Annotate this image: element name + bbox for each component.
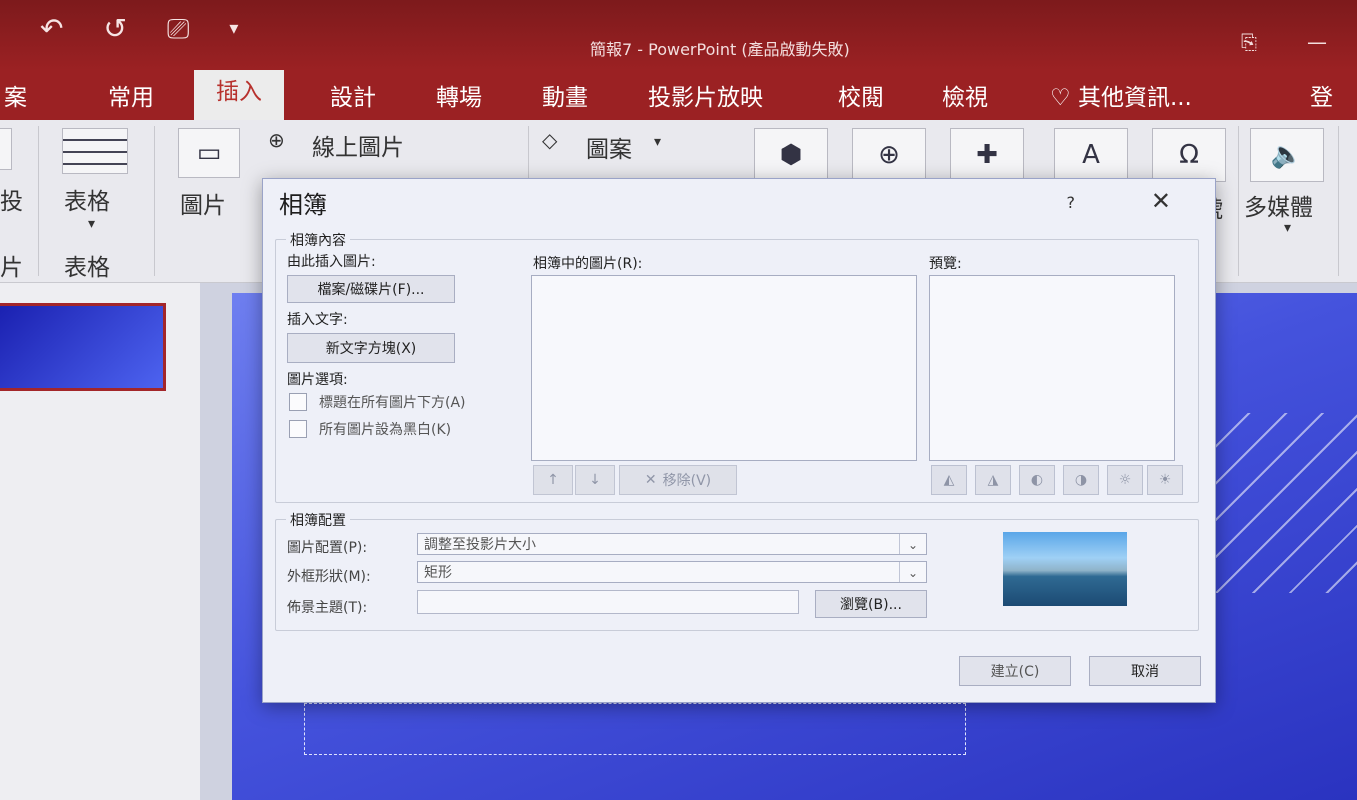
ribbon-separator <box>38 126 39 276</box>
table-group-label: 表格 <box>64 255 110 281</box>
present-icon[interactable]: ⎚ <box>167 12 189 46</box>
title-bar: ↶ ↺ ⎚ ▾ 簡報7 - PowerPoint (產品啟動失敗) ⎘ — <box>0 0 1357 70</box>
online-pictures-icon[interactable]: ⊕ <box>268 128 285 152</box>
decorative-stripes <box>1197 413 1357 593</box>
create-button[interactable]: 建立(C) <box>959 656 1071 686</box>
caption-below-checkbox[interactable] <box>289 393 307 411</box>
media-button-label[interactable]: 多媒體 <box>1244 188 1313 222</box>
caption-below-label[interactable]: 標題在所有圖片下方(A) <box>319 392 466 412</box>
preview-label: 預覽: <box>929 256 962 272</box>
tab-review[interactable]: 校閱 <box>834 78 888 112</box>
remove-button[interactable]: ✕ 移除(V) <box>619 465 737 495</box>
picture-icon[interactable]: ▭ <box>178 128 240 178</box>
3d-models-icon[interactable]: ⬢ <box>754 128 828 182</box>
tab-tell-me[interactable]: ♡ 其他資訊... <box>1046 78 1196 112</box>
shapes-label[interactable]: 圖案 <box>586 130 632 164</box>
pictures-in-album-label: 相簿中的圖片(R): <box>533 256 643 272</box>
rotate-right-icon[interactable]: ◮ <box>975 465 1011 495</box>
undo-icon[interactable]: ↶ <box>40 12 63 46</box>
picture-layout-label: 圖片配置(P): <box>287 540 368 556</box>
minimize-icon[interactable]: — <box>1307 30 1327 54</box>
picture-layout-select[interactable]: 調整至投影片大小 ⌄ <box>417 533 927 555</box>
online-pictures-label[interactable]: 線上圖片 <box>312 128 404 162</box>
link-icon[interactable]: ⊕ <box>852 128 926 182</box>
quick-access-toolbar: ↶ ↺ ⎚ ▾ <box>40 12 238 46</box>
tab-design[interactable]: 設計 <box>326 78 380 112</box>
chevron-down-icon[interactable]: ⌄ <box>899 534 926 554</box>
album-layout-group-label: 相簿配置 <box>286 510 350 530</box>
preview-pane <box>929 275 1175 461</box>
slides-thumbnail-pane <box>0 283 200 800</box>
wordart-icon[interactable]: A <box>1054 128 1128 182</box>
customize-qat-icon[interactable]: ▾ <box>229 18 238 46</box>
move-down-button[interactable]: ↓ <box>575 465 615 495</box>
pictures-button-label[interactable]: 圖片 <box>180 186 226 220</box>
contrast-down-icon[interactable]: ◑ <box>1063 465 1099 495</box>
layout-preview-image <box>1003 532 1127 606</box>
theme-label: 佈景主題(T): <box>287 600 368 616</box>
chevron-down-icon[interactable]: ⌄ <box>899 562 926 582</box>
close-icon[interactable]: ✕ <box>1151 187 1171 215</box>
tab-home[interactable]: 常用 <box>104 78 158 112</box>
picture-options-label: 圖片選項: <box>287 372 348 388</box>
pictures-in-album-list[interactable] <box>531 275 917 461</box>
tab-animations[interactable]: 動畫 <box>538 78 592 112</box>
dialog-title: 相簿 <box>279 191 327 219</box>
tab-insert[interactable]: 插入 <box>194 70 284 120</box>
text-placeholder[interactable] <box>304 703 966 755</box>
chevron-down-icon[interactable]: ▾ <box>1284 220 1291 236</box>
remove-label: 移除(V) <box>662 473 712 489</box>
lightbulb-icon: ♡ <box>1050 85 1071 111</box>
slide-thumbnail[interactable] <box>0 303 166 391</box>
picture-layout-value: 調整至投影片大小 <box>424 537 536 553</box>
insert-from-label: 由此插入圖片: <box>287 254 376 270</box>
new-slide-label[interactable]: 投 <box>0 182 23 216</box>
shapes-icon[interactable]: ◇ <box>542 128 557 152</box>
browse-button[interactable]: 瀏覽(B)... <box>815 590 927 618</box>
new-slide-icon[interactable] <box>0 128 12 170</box>
slides-group-label: 片 <box>0 255 23 281</box>
window-title: 簡報7 - PowerPoint (產品啟動失敗) <box>590 40 850 59</box>
file-disk-button[interactable]: 檔案/磁碟片(F)... <box>287 275 455 303</box>
chevron-down-icon[interactable]: ▾ <box>88 216 95 232</box>
audio-icon[interactable]: 🔈 <box>1250 128 1324 182</box>
rotate-left-icon[interactable]: ◭ <box>931 465 967 495</box>
album-content-group-label: 相簿內容 <box>286 230 350 250</box>
table-icon[interactable] <box>62 128 128 174</box>
remove-icon: ✕ <box>644 472 657 488</box>
frame-shape-label: 外框形狀(M): <box>287 569 371 585</box>
window-controls: ⎘ — <box>1241 30 1327 54</box>
move-up-button[interactable]: ↑ <box>533 465 573 495</box>
chevron-down-icon[interactable]: ▾ <box>654 134 661 150</box>
ribbon-separator <box>1238 126 1239 276</box>
insert-text-label: 插入文字: <box>287 312 348 328</box>
brightness-down-icon[interactable]: ☀ <box>1147 465 1183 495</box>
ribbon-display-icon[interactable]: ⎘ <box>1241 30 1257 54</box>
photo-album-dialog: 相簿 ? ✕ 相簿內容 由此插入圖片: 檔案/磁碟片(F)... 插入文字: 新… <box>262 178 1216 703</box>
theme-input[interactable] <box>417 590 799 614</box>
tab-slideshow[interactable]: 投影片放映 <box>644 78 767 112</box>
tell-me-label: 其他資訊... <box>1077 85 1192 111</box>
cancel-button[interactable]: 取消 <box>1089 656 1201 686</box>
frame-shape-select[interactable]: 矩形 ⌄ <box>417 561 927 583</box>
frame-shape-value: 矩形 <box>424 565 452 581</box>
comment-icon[interactable]: ✚ <box>950 128 1024 182</box>
symbol-icon[interactable]: Ω <box>1152 128 1226 182</box>
redo-icon[interactable]: ↺ <box>103 12 126 46</box>
table-button-label[interactable]: 表格 <box>64 182 110 216</box>
help-button[interactable]: ? <box>1067 193 1076 212</box>
black-white-checkbox[interactable] <box>289 420 307 438</box>
contrast-up-icon[interactable]: ◐ <box>1019 465 1055 495</box>
tab-view[interactable]: 檢視 <box>938 78 992 112</box>
ribbon-separator <box>154 126 155 276</box>
black-white-label[interactable]: 所有圖片設為黑白(K) <box>319 419 451 439</box>
new-textbox-button[interactable]: 新文字方塊(X) <box>287 333 455 363</box>
ribbon-separator <box>1338 126 1339 276</box>
tab-transitions[interactable]: 轉場 <box>432 78 486 112</box>
tab-file[interactable]: 案 <box>0 78 31 112</box>
brightness-up-icon[interactable]: ☼ <box>1107 465 1143 495</box>
ribbon-tabs: 案 常用 插入 設計 轉場 動畫 投影片放映 校閱 檢視 ♡ 其他資訊... 登… <box>0 70 1357 145</box>
